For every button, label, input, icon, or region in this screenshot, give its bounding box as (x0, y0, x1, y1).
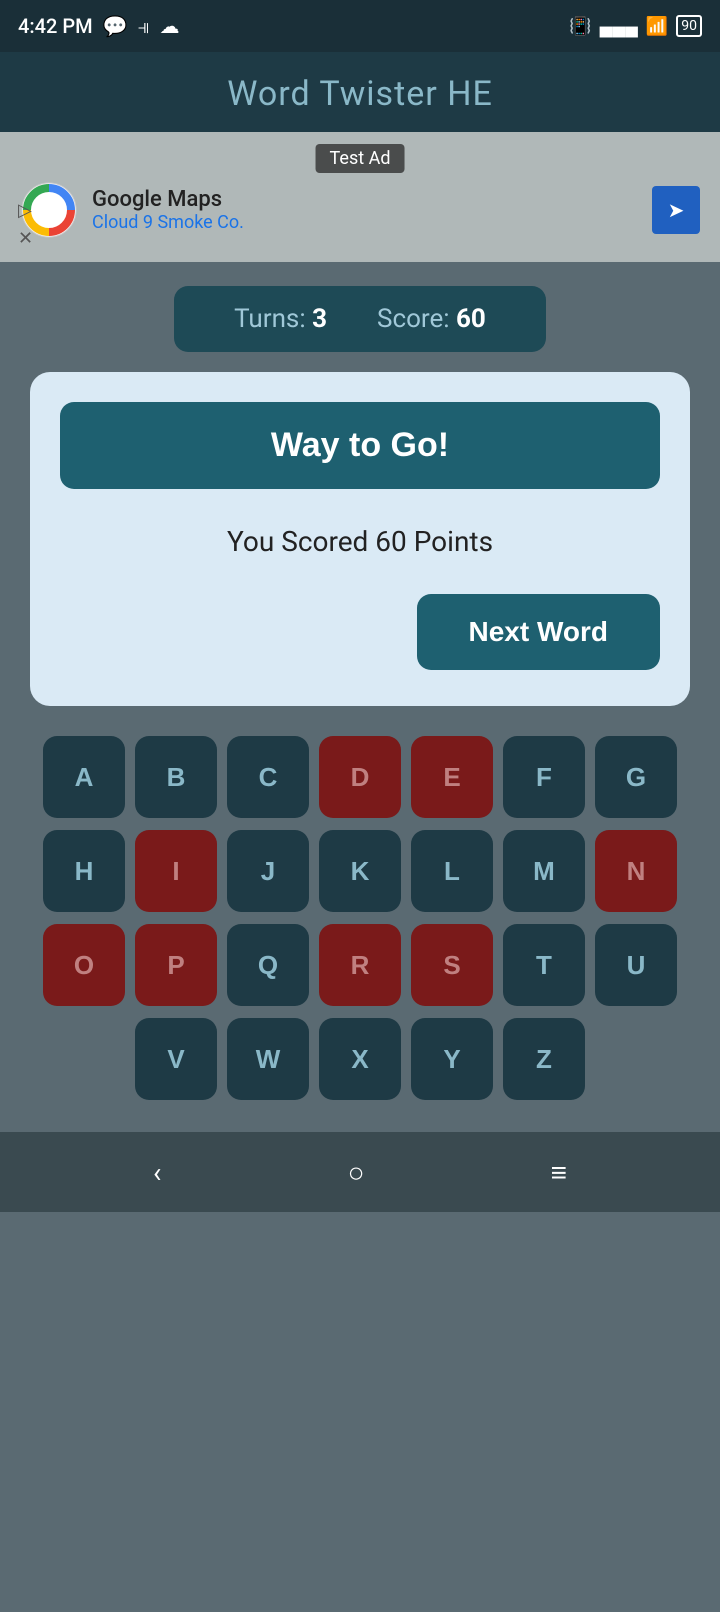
modal-overlay: Way to Go! You Scored 60 Points Next Wor… (0, 372, 720, 706)
status-bar: 4:42 PM 💬 ⫣ ☁ 📳 ▄▄▄ 📶 90 (0, 0, 720, 52)
usb-icon: ⫣ (138, 14, 150, 38)
turns-label: Turns: 3 (234, 304, 327, 334)
key-g[interactable]: G (595, 736, 677, 818)
ad-sub: Cloud 9 Smoke Co. (92, 212, 244, 233)
app-title: Word Twister HE (227, 74, 493, 114)
back-button[interactable]: ‹ (153, 1156, 161, 1189)
key-i[interactable]: I (135, 830, 217, 912)
key-b[interactable]: B (135, 736, 217, 818)
key-f[interactable]: F (503, 736, 585, 818)
key-v[interactable]: V (135, 1018, 217, 1100)
ad-label: Test Ad (316, 144, 405, 173)
ad-close-icon: ✕ (18, 227, 33, 250)
ad-banner: Test Ad Google Maps Cloud 9 Smoke Co. ➤ … (0, 132, 720, 262)
nav-bar: ‹ ○ ≡ (0, 1132, 720, 1212)
key-l[interactable]: L (411, 830, 493, 912)
whatsapp-icon: 💬 (103, 14, 128, 38)
ad-direction-icon[interactable]: ➤ (652, 186, 700, 234)
status-time: 4:42 PM (18, 14, 93, 38)
key-a[interactable]: A (43, 736, 125, 818)
ad-text-group: Google Maps Cloud 9 Smoke Co. (92, 187, 244, 233)
ad-play-icon: ▷ (18, 199, 33, 222)
keyboard-row-4: VWXYZ (14, 1018, 706, 1100)
key-s[interactable]: S (411, 924, 493, 1006)
score-box: Turns: 3 Score: 60 (174, 286, 546, 352)
turns-value: 3 (312, 304, 327, 334)
key-q[interactable]: Q (227, 924, 309, 1006)
score-bar: Turns: 3 Score: 60 (0, 262, 720, 372)
cloud-icon: ☁ (160, 14, 180, 38)
score-value: 60 (456, 304, 486, 334)
ad-controls: ▷ ✕ (18, 199, 33, 250)
key-x[interactable]: X (319, 1018, 401, 1100)
app-header: Word Twister HE (0, 52, 720, 132)
ad-left: Google Maps Cloud 9 Smoke Co. (20, 181, 244, 239)
menu-button[interactable]: ≡ (551, 1156, 567, 1189)
key-p[interactable]: P (135, 924, 217, 1006)
key-u[interactable]: U (595, 924, 677, 1006)
key-m[interactable]: M (503, 830, 585, 912)
key-j[interactable]: J (227, 830, 309, 912)
battery-icon: 90 (676, 15, 702, 37)
modal: Way to Go! You Scored 60 Points Next Wor… (30, 372, 690, 706)
keyboard-area: ABCDEFG HIJKLMN OPQRSTU VWXYZ (0, 706, 720, 1132)
vibrate-icon: 📳 (569, 16, 591, 37)
key-e[interactable]: E (411, 736, 493, 818)
keyboard-row-2: HIJKLMN (14, 830, 706, 912)
ad-right[interactable]: ➤ (652, 186, 700, 234)
scored-text: You Scored 60 Points (227, 525, 493, 558)
key-z[interactable]: Z (503, 1018, 585, 1100)
home-button[interactable]: ○ (348, 1156, 365, 1189)
ad-name: Google Maps (92, 187, 244, 212)
key-n[interactable]: N (595, 830, 677, 912)
key-y[interactable]: Y (411, 1018, 493, 1100)
status-right: 📳 ▄▄▄ 📶 90 (569, 15, 702, 37)
key-w[interactable]: W (227, 1018, 309, 1100)
status-left: 4:42 PM 💬 ⫣ ☁ (18, 14, 180, 38)
key-o[interactable]: O (43, 924, 125, 1006)
key-r[interactable]: R (319, 924, 401, 1006)
wifi-icon: 📶 (646, 16, 668, 37)
key-h[interactable]: H (43, 830, 125, 912)
signal-icon: ▄▄▄ (600, 16, 638, 37)
way-to-go-button[interactable]: Way to Go! (60, 402, 660, 489)
next-word-button[interactable]: Next Word (417, 594, 661, 670)
keyboard-row-1: ABCDEFG (14, 736, 706, 818)
key-t[interactable]: T (503, 924, 585, 1006)
key-c[interactable]: C (227, 736, 309, 818)
key-k[interactable]: K (319, 830, 401, 912)
keyboard-row-3: OPQRSTU (14, 924, 706, 1006)
score-label: Score: 60 (377, 304, 486, 334)
key-d[interactable]: D (319, 736, 401, 818)
